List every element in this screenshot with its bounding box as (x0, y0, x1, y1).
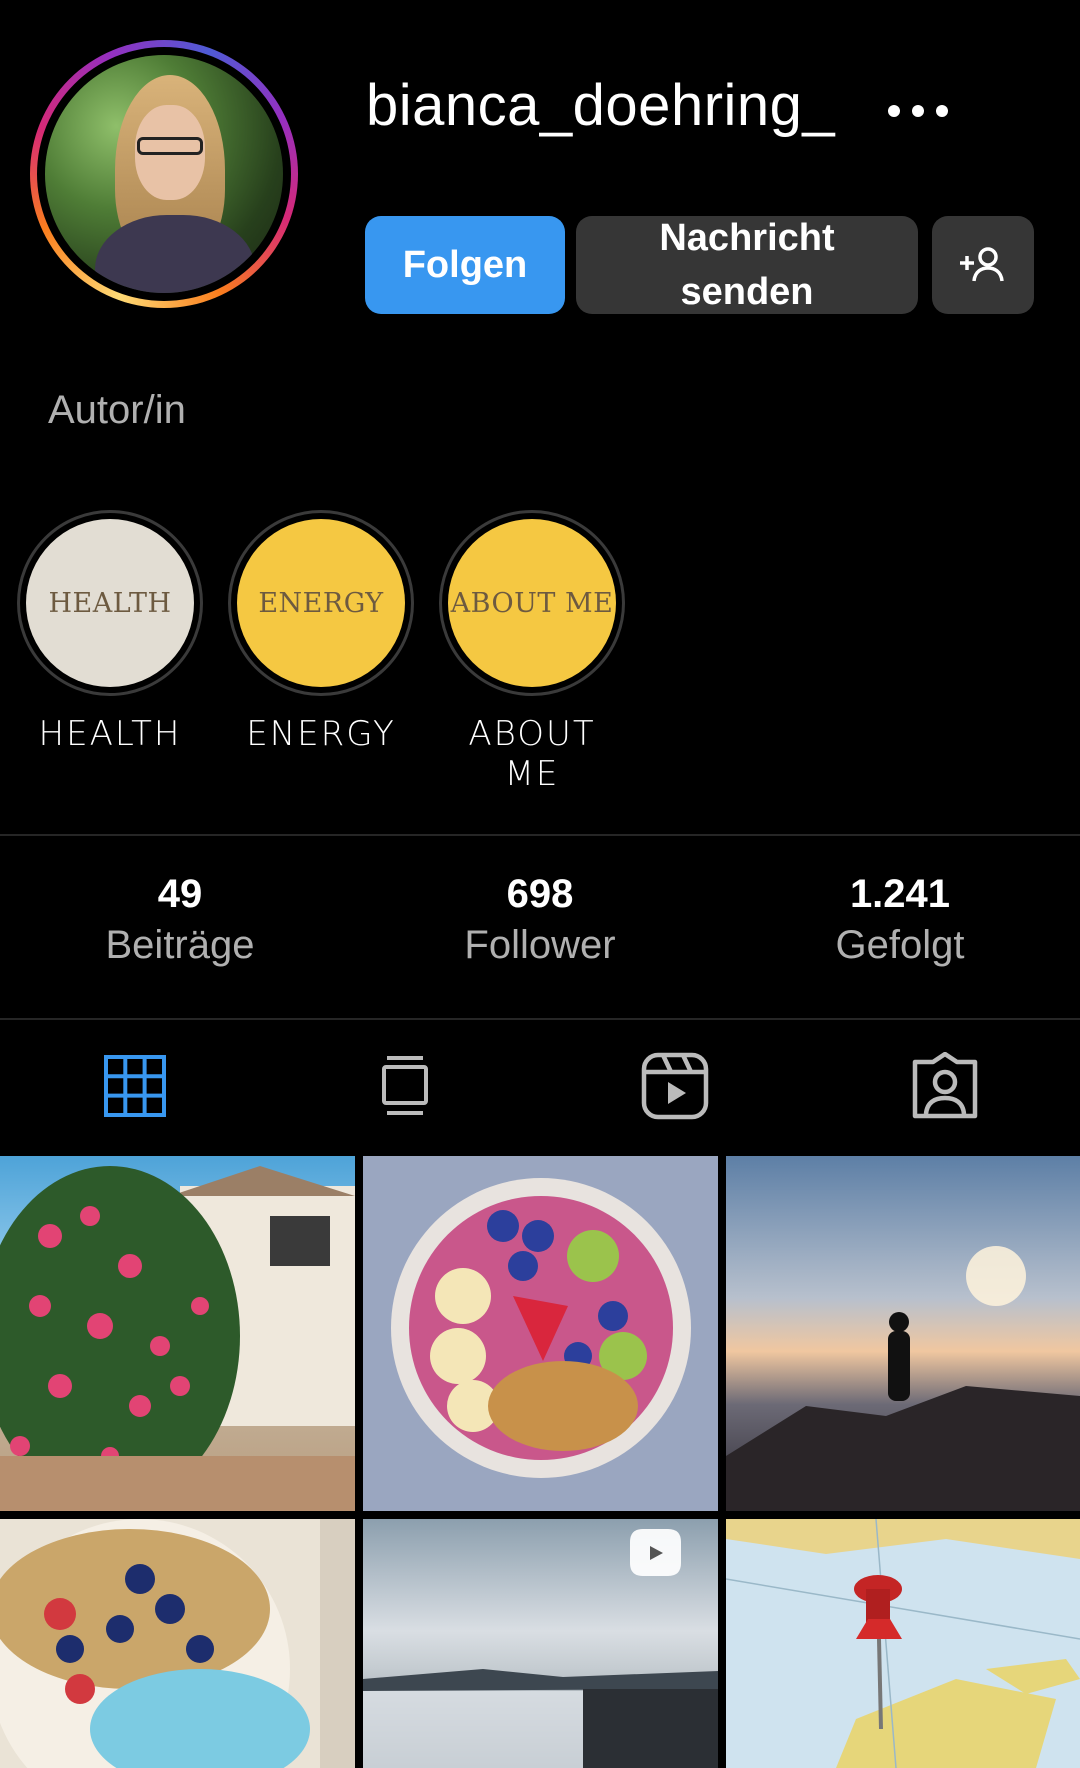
tagged-icon (912, 1052, 978, 1119)
story-highlight-health[interactable]: HEALTH HEALTH (17, 510, 203, 754)
profile-username: bianca_doehring_ (366, 73, 836, 138)
tab-posts-grid[interactable] (95, 1050, 175, 1122)
highlight-cover: HEALTH (26, 519, 194, 687)
divider (0, 834, 1080, 836)
grid-icon (104, 1055, 166, 1117)
stat-posts[interactable]: 49 Beiträge (30, 872, 330, 968)
post-thumbnail[interactable] (0, 1156, 355, 1511)
highlight-cover: ABOUT ME (448, 519, 616, 687)
post-thumbnail[interactable] (0, 1519, 355, 1768)
tab-guides[interactable] (365, 1050, 445, 1122)
story-highlight-about-me[interactable]: ABOUT ME ABOUT ME (439, 510, 625, 794)
suggest-people-button[interactable] (932, 216, 1034, 314)
post-thumbnail[interactable] (363, 1156, 718, 1511)
post-thumbnail[interactable] (363, 1519, 718, 1768)
more-options-button[interactable] (888, 96, 958, 126)
story-highlight-energy[interactable]: ENERGY ENERGY (228, 510, 414, 754)
highlight-cover: ENERGY (237, 519, 405, 687)
highlight-label: ABOUT ME (468, 714, 596, 794)
divider (0, 1018, 1080, 1020)
add-person-icon (960, 247, 1004, 282)
highlight-label: HEALTH (38, 714, 182, 754)
stat-following[interactable]: 1.241 Gefolgt (750, 872, 1050, 968)
reels-icon (641, 1052, 709, 1120)
guides-icon (382, 1056, 428, 1115)
follow-button[interactable]: Folgen (365, 216, 565, 314)
post-thumbnail[interactable] (726, 1156, 1080, 1511)
highlight-label: ENERGY (246, 714, 396, 754)
profile-avatar[interactable] (30, 40, 298, 308)
tab-tagged[interactable] (905, 1050, 985, 1122)
send-message-button[interactable]: Nachricht senden (576, 216, 918, 314)
stat-followers[interactable]: 698 Follower (390, 872, 690, 968)
more-icon (888, 105, 900, 117)
tab-reels[interactable] (635, 1050, 715, 1122)
post-thumbnail[interactable] (726, 1519, 1080, 1768)
profile-category: Autor/in (48, 388, 186, 432)
